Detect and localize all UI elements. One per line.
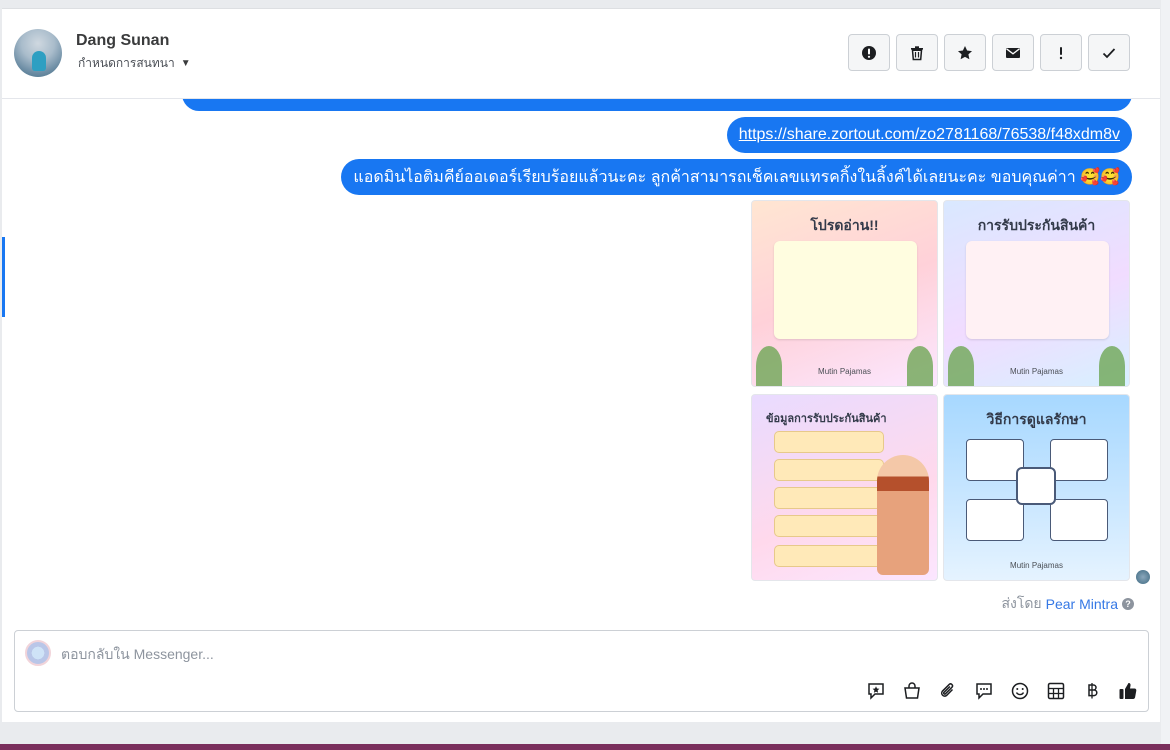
shop-button[interactable] — [900, 679, 924, 703]
image-care-guide[interactable]: วิธีการดูแลรักษา Mutin Pajamas — [943, 394, 1130, 581]
star-button[interactable] — [944, 34, 986, 71]
message-bubble-link[interactable]: https://share.zortout.com/zo2781168/7653… — [726, 117, 1132, 153]
leaf-decoration — [756, 346, 782, 386]
image-attachments: โปรดอ่าน!! Mutin Pajamas การรับประกันสิน… — [751, 200, 1133, 584]
sent-by-name[interactable]: Pear Mintra — [1046, 596, 1118, 612]
care-tip-box — [1050, 439, 1108, 481]
leaf-decoration — [1099, 346, 1125, 386]
info-row — [774, 431, 884, 453]
star-icon — [958, 45, 972, 59]
baht-icon — [1088, 683, 1098, 699]
note-paper — [966, 241, 1109, 339]
comment-icon — [976, 683, 992, 700]
message-text: แอดมินไอติมคีย์ออเดอร์เรียบร้อยแล้วนะคะ … — [353, 168, 1120, 186]
page-avatar — [25, 640, 51, 666]
emoji-button[interactable] — [1008, 679, 1032, 703]
model-figure — [877, 455, 929, 575]
mark-unread-button[interactable] — [992, 34, 1034, 71]
attachment-icon — [940, 683, 954, 697]
sent-by: ส่งโดย Pear Mintra ? — [1001, 593, 1134, 615]
table-icon — [1047, 682, 1065, 700]
image-warranty-info[interactable]: ข้อมูลการรับประกันสินค้า — [751, 394, 938, 581]
info-row — [774, 515, 884, 537]
care-tip-box — [966, 499, 1024, 541]
image-read-notice[interactable]: โปรดอ่าน!! Mutin Pajamas — [751, 200, 938, 387]
comment-button[interactable] — [972, 679, 996, 703]
assign-conversation-dropdown[interactable]: กำหนดการสนทนา ▼ — [78, 54, 191, 73]
like-icon — [1119, 683, 1137, 699]
conversation-header: Dang Sunan กำหนดการสนทนา ▼ — [2, 9, 1160, 99]
message-bubble-text: แอดมินไอติมคีย์ออเดอร์เรียบร้อยแล้วนะคะ … — [341, 159, 1132, 195]
follow-up-button[interactable] — [1040, 34, 1082, 71]
contact-name[interactable]: Dang Sunan — [76, 32, 169, 50]
window-bottom-bar — [0, 744, 1170, 750]
washing-machine-icon — [1016, 467, 1056, 505]
delete-button[interactable] — [896, 34, 938, 71]
table-button[interactable] — [1044, 679, 1068, 703]
payment-button[interactable] — [1080, 679, 1104, 703]
image-warranty[interactable]: การรับประกันสินค้า Mutin Pajamas — [943, 200, 1130, 387]
leaf-decoration — [907, 346, 933, 386]
shopping-bag-icon — [904, 682, 920, 699]
sent-by-prefix: ส่งโดย — [1001, 595, 1042, 611]
saved-reply-icon — [868, 683, 884, 700]
scrollbar-track[interactable] — [1161, 0, 1170, 744]
help-icon[interactable]: ? — [1122, 598, 1134, 610]
composer-tools — [864, 679, 1140, 703]
image-brand: Mutin Pajamas — [1010, 561, 1063, 570]
image-title: ข้อมูลการรับประกันสินค้า — [766, 413, 887, 425]
caret-down-icon: ▼ — [180, 58, 191, 69]
info-row — [774, 459, 884, 481]
tracking-link[interactable]: https://share.zortout.com/zo2781168/7653… — [739, 126, 1120, 144]
trash-icon — [911, 45, 923, 60]
image-title: การรับประกันสินค้า — [977, 217, 1096, 233]
assign-label: กำหนดการสนทนา — [78, 56, 175, 70]
image-brand: Mutin Pajamas — [1010, 367, 1063, 376]
envelope-icon — [1006, 47, 1020, 58]
saved-reply-button[interactable] — [864, 679, 888, 703]
attach-button[interactable] — [936, 679, 960, 703]
info-row — [774, 545, 884, 567]
header-actions — [848, 34, 1130, 71]
info-row — [774, 487, 884, 509]
reply-input[interactable] — [61, 643, 761, 665]
image-title: วิธีการดูแลรักษา — [986, 411, 1087, 427]
mark-done-button[interactable] — [1088, 34, 1130, 71]
like-button[interactable] — [1116, 679, 1140, 703]
care-tip-box — [1050, 499, 1108, 541]
leaf-decoration — [948, 346, 974, 386]
image-brand: Mutin Pajamas — [818, 367, 871, 376]
check-icon — [1102, 47, 1116, 58]
avatar[interactable] — [14, 29, 62, 77]
reply-composer — [14, 630, 1149, 712]
message-thread[interactable]: https://share.zortout.com/zo2781168/7653… — [2, 99, 1160, 619]
message-bubble-previous — [182, 99, 1132, 111]
conversation-panel: Dang Sunan กำหนดการสนทนา ▼ https://share… — [2, 8, 1160, 722]
seen-avatar — [1136, 570, 1150, 584]
alert-circle-icon — [862, 45, 876, 60]
note-paper — [774, 241, 917, 339]
spam-report-button[interactable] — [848, 34, 890, 71]
exclamation-icon — [1059, 46, 1063, 59]
emoji-icon — [1011, 682, 1029, 700]
image-title: โปรดอ่าน!! — [810, 217, 879, 233]
